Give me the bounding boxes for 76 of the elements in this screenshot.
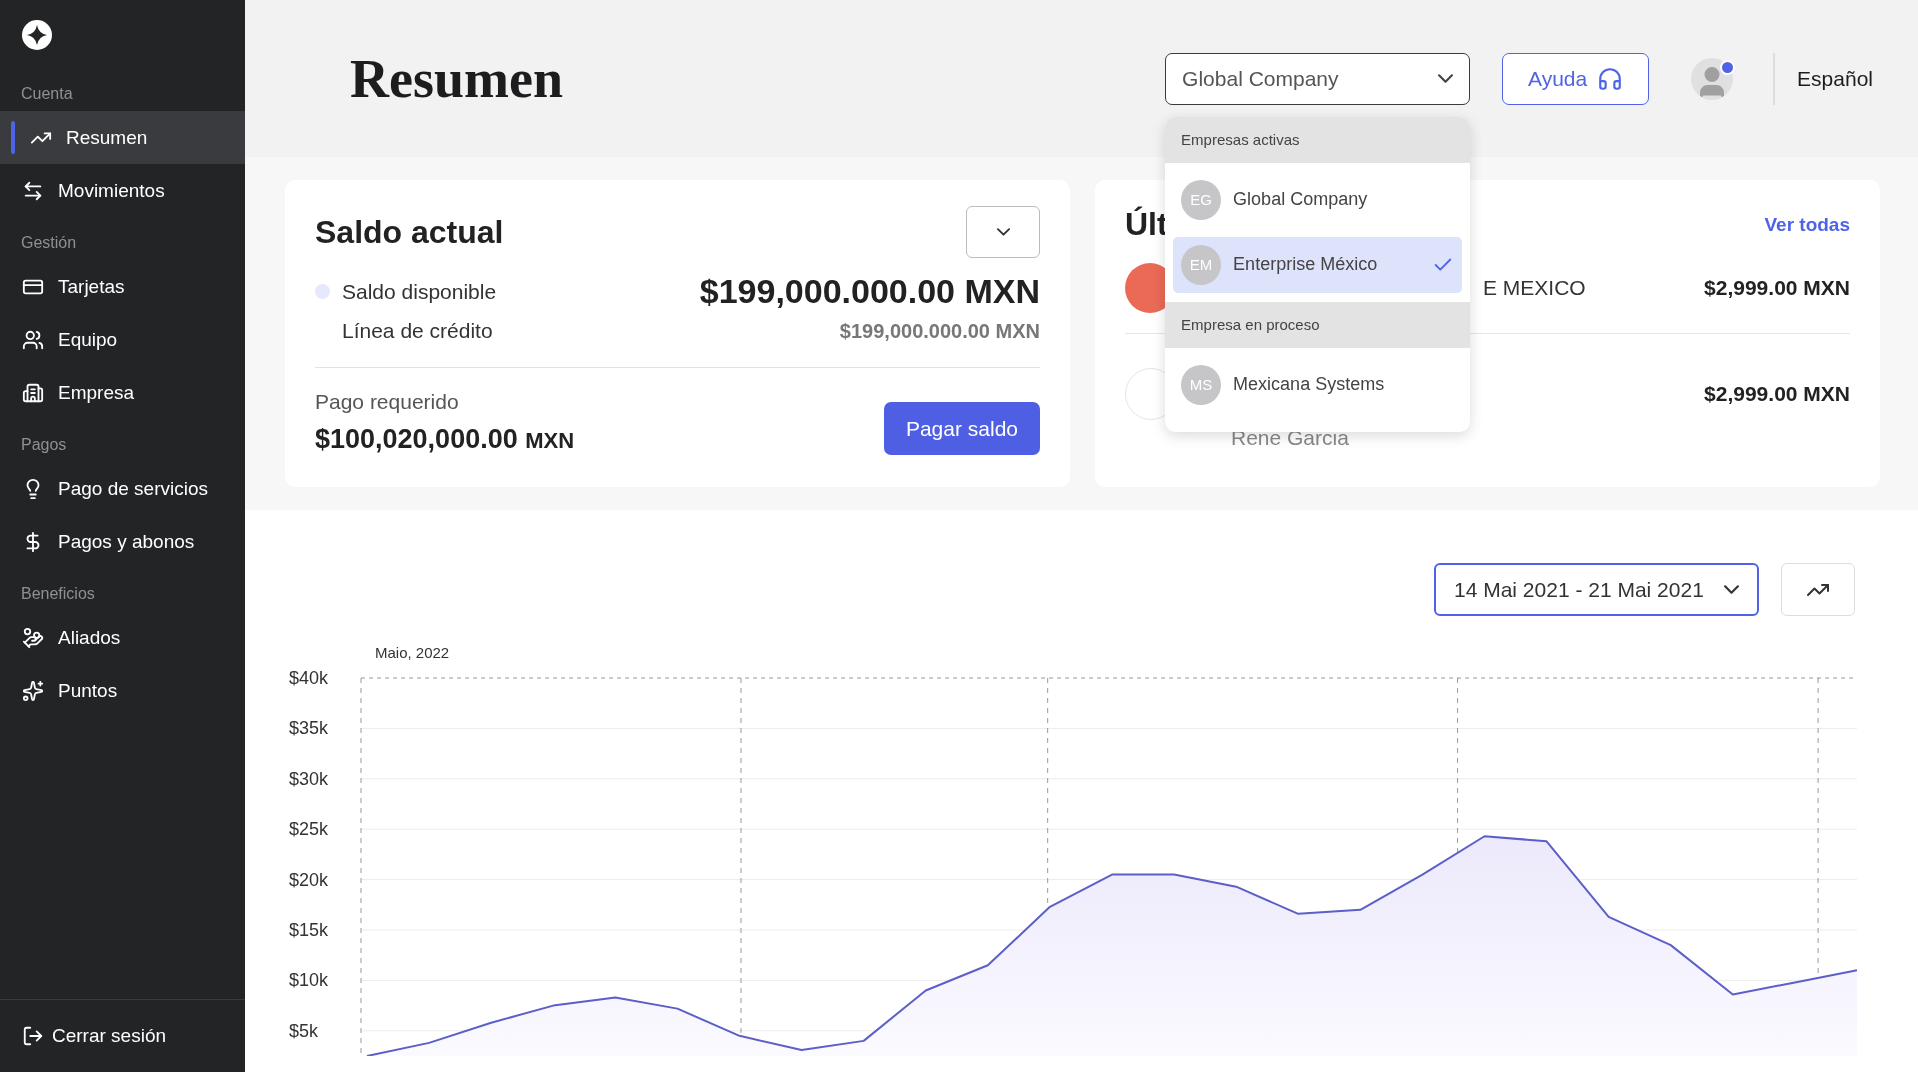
nav-label: Puntos <box>58 679 118 702</box>
y-tick-label: $15k <box>289 920 329 940</box>
nav-label: Pago de servicios <box>58 477 208 500</box>
payment-label: Pago requerido <box>315 390 460 414</box>
y-tick-label: $10k <box>289 970 329 991</box>
nav-item[interactable]: Aliados <box>0 611 245 664</box>
section-label: Pagos <box>20 435 68 455</box>
card-title: Saldo actual <box>315 213 504 251</box>
company-name: Global Company <box>1233 189 1369 210</box>
balance-label: Línea de crédito <box>342 319 493 343</box>
help-button[interactable]: Ayuda <box>1502 52 1650 105</box>
company-select[interactable]: Global Company <box>1165 52 1471 105</box>
language-selector[interactable]: Español <box>1797 66 1873 91</box>
balance-amount: $199,000.000.00 MXN <box>839 319 1040 343</box>
nav-icon <box>22 328 44 351</box>
nav-item[interactable]: Pago de servicios <box>0 462 245 515</box>
company-option[interactable]: MS Mexicana Systems <box>1173 356 1463 413</box>
nav-label: Resumen <box>66 126 148 149</box>
payment-amount: $100,020,000.00 MXN <box>315 424 575 455</box>
nav-item[interactable]: Resumen <box>0 111 245 164</box>
section-label: Gestión <box>20 233 78 253</box>
transaction-subtitle: Rene Garcia <box>1231 426 1349 450</box>
nav-icon <box>22 179 44 202</box>
company-option[interactable]: EG Global Company <box>1173 171 1463 228</box>
company-name: Enterprise México <box>1233 254 1379 275</box>
nav-item[interactable]: Equipo <box>0 313 245 366</box>
nav-label: Tarjetas <box>58 275 125 298</box>
transaction-description: E MEXICO <box>1483 276 1586 300</box>
logo-icon[interactable] <box>22 20 52 50</box>
nav-item[interactable]: Tarjetas <box>0 260 245 313</box>
nav-item[interactable]: Puntos <box>0 664 245 717</box>
menu-group-header: Empresas activas <box>1165 116 1471 163</box>
initials-avatar: MS <box>1181 364 1222 405</box>
transaction-amount: $2,999.00 MXN <box>1704 382 1850 406</box>
see-all-link[interactable]: Ver todas <box>1764 213 1850 236</box>
nav-label: Empresa <box>58 381 135 404</box>
user-avatar[interactable] <box>1691 57 1734 100</box>
chart-title: Maio, 2022 <box>375 644 450 661</box>
nav-item[interactable]: Empresa <box>0 366 245 419</box>
y-tick-label: $25k <box>289 819 329 840</box>
y-tick-label: $20k <box>289 869 329 890</box>
transaction-amount: $2,999.00 MXN <box>1704 276 1850 300</box>
nav-icon <box>22 381 44 404</box>
nav-item[interactable]: Pagos y abonos <box>0 515 245 568</box>
nav-label: Pagos y abonos <box>58 530 195 553</box>
y-tick-label: $30k <box>289 768 329 789</box>
logout-icon <box>22 1025 44 1047</box>
initials-avatar: EG <box>1181 179 1222 220</box>
nav-item[interactable]: Movimientos <box>0 164 245 217</box>
date-range-select[interactable]: 14 Mai 2021 - 21 Mai 2021 <box>1434 563 1759 616</box>
pay-button[interactable]: Pagar saldo <box>883 402 1040 455</box>
logout-label: Cerrar sesión <box>52 1025 167 1047</box>
chart-type-button[interactable] <box>1781 563 1855 616</box>
y-tick-label: $35k <box>289 718 329 739</box>
nav-icon <box>22 679 44 702</box>
chevron-icon <box>1724 585 1739 594</box>
section-label: Beneficios <box>20 584 96 604</box>
initials-avatar: EM <box>1181 244 1222 285</box>
company-name: Mexicana Systems <box>1233 374 1386 395</box>
bullet-icon <box>315 284 330 299</box>
chevron-icon <box>996 228 1010 236</box>
y-tick-label: $5k <box>289 1020 319 1041</box>
nav-label: Equipo <box>58 328 118 351</box>
headset-icon <box>1597 65 1624 92</box>
nav-label: Movimientos <box>58 179 165 202</box>
balance-label: Saldo disponible <box>342 279 497 304</box>
company-option[interactable]: EM Enterprise México <box>1173 236 1463 293</box>
balance-amount: $199,000.000.00 MXN <box>699 272 1040 311</box>
chevron-icon <box>1438 74 1454 83</box>
menu-group-header: Empresa en proceso <box>1165 301 1471 348</box>
nav-icon <box>22 626 44 649</box>
y-tick-label: $40k <box>289 668 329 688</box>
nav-label: Aliados <box>58 626 121 649</box>
section-label: Cuenta <box>20 84 74 104</box>
card-title: Últ <box>1125 206 1168 243</box>
page-title: Resumen <box>350 47 564 110</box>
